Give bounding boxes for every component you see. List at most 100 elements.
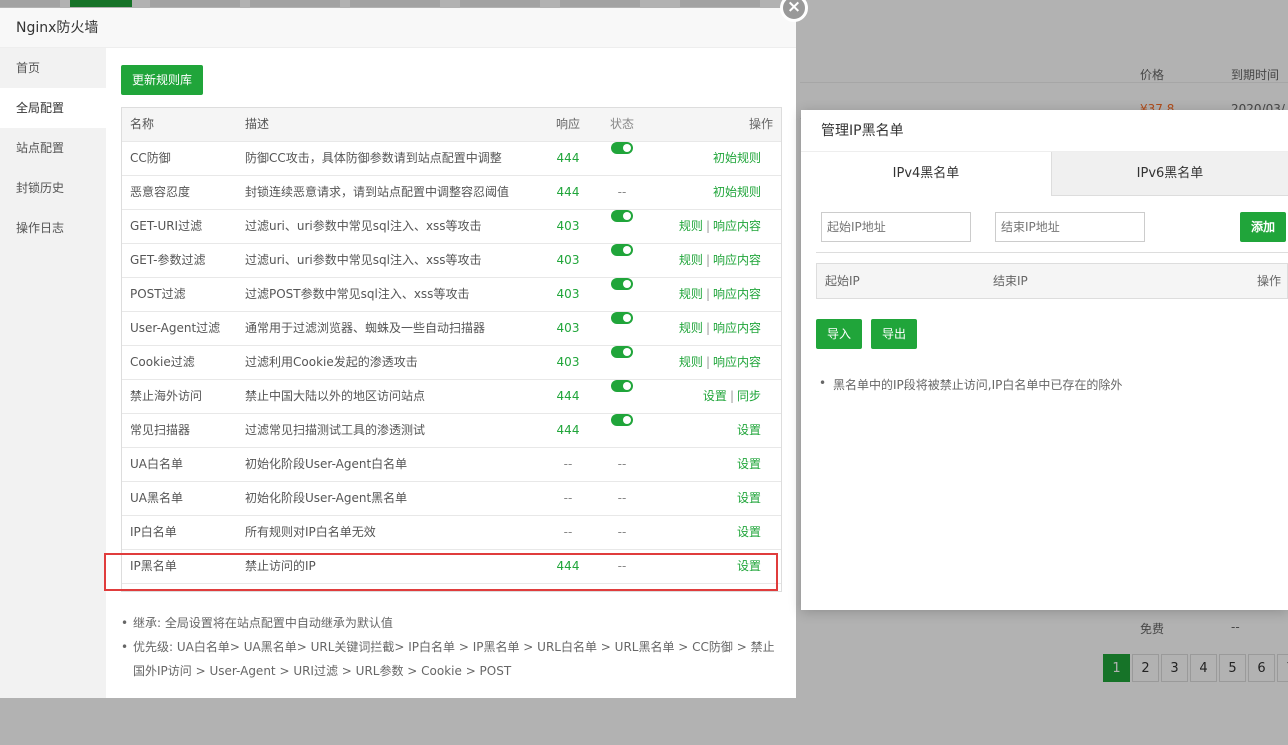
rule-name: CC防御 (130, 151, 171, 165)
start-ip-input[interactable] (821, 212, 971, 242)
header-response: 响应 (555, 117, 580, 131)
sidebar-item-site-config[interactable]: 站点配置 (0, 128, 106, 168)
modal-title: Nginx防火墙 (0, 8, 796, 48)
sidebar-item-block-history[interactable]: 封锁历史 (0, 168, 106, 208)
divider (816, 252, 1288, 253)
rule-op-link[interactable]: 规则 (679, 287, 703, 301)
rule-state-toggle[interactable] (611, 210, 633, 222)
table-row: Cookie过滤 过滤利用Cookie发起的渗透攻击 403 规则 | 响应内容 (122, 346, 781, 380)
op-separator: | (729, 389, 734, 403)
col-end-ip: 结束IP (993, 274, 1028, 288)
rule-state: -- (617, 185, 627, 199)
rule-name: UA白名单 (130, 457, 183, 471)
rule-operations: 规则 | 响应内容 (679, 346, 761, 379)
rule-name: Cookie过滤 (130, 355, 195, 369)
sidebar-item-operation-log[interactable]: 操作日志 (0, 208, 106, 248)
note-inherit: 继承: 全局设置将在站点配置中自动继承为默认值 (121, 611, 781, 635)
rule-state-toggle[interactable] (611, 414, 633, 426)
rule-op-link[interactable]: 初始规则 (713, 185, 761, 199)
rule-op-link[interactable]: 设置 (737, 457, 761, 471)
rule-op-link[interactable]: 设置 (737, 491, 761, 505)
sidebar-item-global-config[interactable]: 全局配置 (0, 88, 106, 128)
rule-op-link[interactable]: 响应内容 (713, 355, 761, 369)
rule-desc: 通常用于过滤浏览器、蜘蛛及一些自动扫描器 (245, 321, 486, 335)
rule-operations: 规则 | 响应内容 (679, 210, 761, 243)
rule-desc: 过滤uri、uri参数中常见sql注入、xss等攻击 (245, 219, 482, 233)
nginx-firewall-modal: Nginx防火墙 首页 全局配置 站点配置 封锁历史 操作日志 更新规则库 名称… (0, 8, 796, 698)
rule-op-link[interactable]: 规则 (679, 355, 703, 369)
rule-state-toggle[interactable] (611, 380, 633, 392)
rule-response: 403 (556, 321, 580, 335)
rule-name: GET-参数过滤 (130, 253, 206, 267)
rule-desc: 封锁连续恶意请求，请到站点配置中调整容忍阈值 (245, 185, 510, 199)
col-start-ip: 起始IP (825, 274, 860, 288)
rule-name: POST过滤 (130, 287, 186, 301)
table-row: GET-参数过滤 过滤uri、uri参数中常见sql注入、xss等攻击 403 规则 |… (122, 244, 781, 278)
rule-state-toggle[interactable] (611, 244, 633, 256)
rule-op-link[interactable]: 规则 (679, 253, 703, 267)
sidebar-item-home[interactable]: 首页 (0, 48, 106, 88)
table-row: 禁止海外访问 禁止中国大陆以外的地区访问站点 444 设置 | 同步 (122, 380, 781, 414)
rule-state-toggle[interactable] (611, 312, 633, 324)
rule-desc: 过滤利用Cookie发起的渗透攻击 (245, 355, 418, 369)
update-rules-button[interactable]: 更新规则库 (121, 65, 203, 95)
rule-operations: 初始规则 (713, 176, 761, 209)
rule-name: 恶意容忍度 (130, 185, 191, 199)
ip-table-header: 起始IP 结束IP 操作 (816, 263, 1288, 299)
rule-operations: 设置 (737, 414, 761, 447)
import-button[interactable]: 导入 (816, 319, 862, 349)
export-button[interactable]: 导出 (871, 319, 917, 349)
rule-op-link[interactable]: 响应内容 (713, 219, 761, 233)
rule-op-link[interactable]: 规则 (679, 219, 703, 233)
rule-op-link[interactable]: 响应内容 (713, 253, 761, 267)
rule-op-link[interactable]: 设置 (737, 525, 761, 539)
rule-state-toggle[interactable] (611, 142, 633, 154)
header-op: 操作 (748, 117, 773, 131)
rule-op-link[interactable]: 响应内容 (713, 287, 761, 301)
rule-response: 403 (556, 253, 580, 267)
rule-state-toggle[interactable] (611, 278, 633, 290)
ip-modal-note: 黑名单中的IP段将被禁止访问,IP白名单中已存在的除外 (819, 376, 1122, 393)
rule-operations: 初始规则 (713, 142, 761, 175)
rule-desc: 初始化阶段User-Agent黑名单 (245, 491, 408, 505)
rule-response: 444 (556, 423, 580, 437)
rule-name: UA黑名单 (130, 491, 183, 505)
op-separator: | (705, 219, 710, 233)
rule-op-link[interactable]: 响应内容 (713, 321, 761, 335)
rule-operations: 设置 (737, 516, 761, 549)
table-row: GET-URI过滤 过滤uri、uri参数中常见sql注入、xss等攻击 403 规则… (122, 210, 781, 244)
rule-desc: 防御CC攻击，具体防御参数请到站点配置中调整 (245, 151, 502, 165)
rule-op-link[interactable]: 初始规则 (713, 151, 761, 165)
header-state: 状态 (609, 117, 634, 131)
rule-response: 403 (556, 287, 580, 301)
rule-desc: 初始化阶段User-Agent白名单 (245, 457, 408, 471)
col-op: 操作 (1256, 274, 1281, 288)
rule-op-link[interactable]: 规则 (679, 321, 703, 335)
table-row: 恶意容忍度 封锁连续恶意请求，请到站点配置中调整容忍阈值 444 -- 初始规则 (122, 176, 781, 210)
ip-tabs: IPv4黑名单 IPv6黑名单 (801, 152, 1288, 196)
op-separator: | (705, 287, 710, 301)
ip-blacklist-modal: 管理IP黑名单 IPv4黑名单 IPv6黑名单 添加 起始IP 结束IP 操作 … (801, 110, 1288, 610)
rule-operations: 规则 | 响应内容 (679, 278, 761, 311)
rule-desc: 过滤常见扫描测试工具的渗透测试 (245, 423, 426, 437)
op-separator: | (705, 355, 710, 369)
rule-response: 444 (556, 389, 580, 403)
table-row: 常见扫描器 过滤常见扫描测试工具的渗透测试 444 设置 (122, 414, 781, 448)
table-header: 名称 描述 响应 状态 操作 (122, 108, 781, 142)
rule-op-link[interactable]: 设置 (703, 389, 727, 403)
rule-operations: 规则 | 响应内容 (679, 244, 761, 277)
rule-op-link[interactable]: 设置 (737, 423, 761, 437)
rule-response: 444 (556, 185, 580, 199)
sidebar: 首页 全局配置 站点配置 封锁历史 操作日志 (0, 48, 106, 698)
rule-op-link[interactable]: 同步 (737, 389, 761, 403)
add-button[interactable]: 添加 (1240, 212, 1286, 242)
tab-ipv4-blacklist[interactable]: IPv4黑名单 (801, 152, 1051, 196)
end-ip-input[interactable] (995, 212, 1145, 242)
table-row: UA黑名单 初始化阶段User-Agent黑名单 -- -- 设置 (122, 482, 781, 516)
table-row: UA白名单 初始化阶段User-Agent白名单 -- -- 设置 (122, 448, 781, 482)
rule-state-toggle[interactable] (611, 346, 633, 358)
rule-name: 禁止海外访问 (130, 389, 203, 403)
rule-name: GET-URI过滤 (130, 219, 203, 233)
tab-ipv6-blacklist[interactable]: IPv6黑名单 (1051, 152, 1288, 196)
rule-name: IP白名单 (130, 525, 177, 539)
